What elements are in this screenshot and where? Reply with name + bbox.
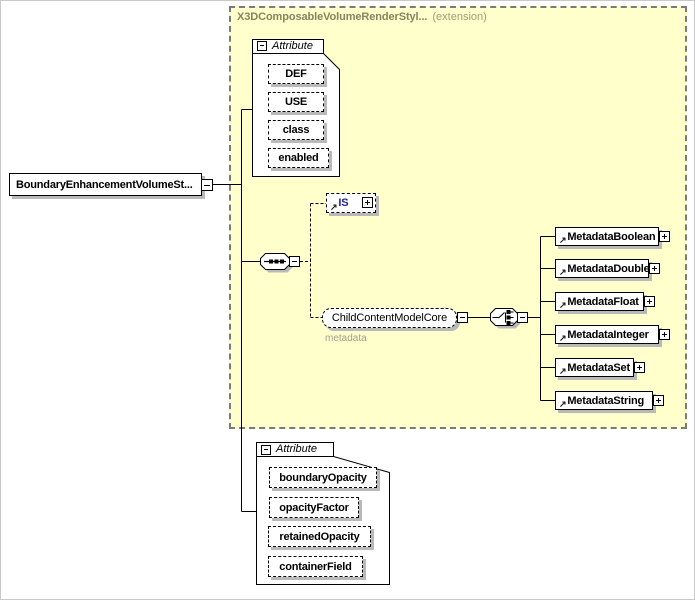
attribute-boundaryopacity-label: boundaryOpacity (279, 472, 366, 484)
attribute-group-collapse-icon[interactable] (257, 41, 267, 51)
attribute-class[interactable]: class (268, 120, 324, 140)
is-expand-icon[interactable] (362, 197, 373, 208)
root-collapse-icon[interactable] (201, 179, 213, 191)
metadatainteger-expand-icon[interactable] (659, 329, 670, 340)
element-metadatastring-label: MetadataString (567, 395, 644, 407)
metadatadouble-expand-icon[interactable] (649, 263, 660, 274)
sequence-collapse-icon[interactable] (289, 256, 300, 267)
element-metadatastring[interactable]: ↗ MetadataString (555, 391, 653, 410)
element-metadataboolean-label: MetadataBoolean (567, 231, 655, 243)
attribute-group-label: Attribute (272, 40, 313, 52)
metadatafloat-expand-icon[interactable] (644, 296, 655, 307)
attribute-opacityfactor[interactable]: opacityFactor (269, 497, 359, 518)
element-metadatadouble[interactable]: ↗ MetadataDouble (555, 259, 649, 278)
reference-arrow-icon: ↗ (559, 300, 566, 310)
attribute-retainedopacity-label: retainedOpacity (279, 531, 359, 543)
metadata-annotation: metadata (325, 333, 367, 344)
attribute-group-2-label: Attribute (276, 443, 317, 455)
childcontent-collapse-icon[interactable] (457, 312, 468, 323)
root-element-label: BoundaryEnhancementVolumeSt... (16, 179, 193, 191)
metadataset-expand-icon[interactable] (634, 362, 645, 373)
attribute-group-2-collapse-icon[interactable] (261, 445, 271, 455)
reference-arrow-icon: ↗ (559, 235, 566, 245)
element-is-label: IS (338, 197, 348, 209)
group-childcontentmodelcore-label: ChildContentModelCore (332, 312, 447, 324)
attribute-retainedopacity[interactable]: retainedOpacity (268, 526, 371, 547)
attribute-class-label: class (283, 124, 310, 136)
attribute-boundaryopacity[interactable]: boundaryOpacity (269, 467, 377, 488)
group-childcontentmodelcore[interactable]: ChildContentModelCore (322, 308, 457, 328)
element-metadataset[interactable]: ↗ MetadataSet (555, 358, 634, 377)
attribute-def[interactable]: DEF (268, 64, 324, 84)
sequence-indicator[interactable] (261, 254, 293, 273)
reference-arrow-icon: ↗ (559, 333, 566, 343)
element-metadatainteger-label: MetadataInteger (567, 329, 648, 341)
attribute-def-label: DEF (285, 68, 306, 80)
attribute-containerfield[interactable]: containerField (268, 556, 363, 577)
root-element-node[interactable]: BoundaryEnhancementVolumeSt... (9, 173, 202, 196)
element-metadatainteger[interactable]: ↗ MetadataInteger (555, 325, 659, 344)
element-metadatafloat-label: MetadataFloat (567, 296, 638, 308)
attribute-enabled[interactable]: enabled (268, 148, 329, 168)
element-is[interactable]: ↗ IS (326, 193, 376, 213)
attribute-opacityfactor-label: opacityFactor (279, 502, 349, 514)
metadatastring-expand-icon[interactable] (653, 395, 664, 406)
choice-collapse-icon[interactable] (517, 312, 528, 323)
reference-arrow-icon: ↗ (330, 202, 337, 212)
metadataboolean-expand-icon[interactable] (659, 231, 670, 242)
schema-diagram-canvas: X3DComposableVolumeRenderStyl...(extensi… (0, 0, 695, 600)
element-metadataboolean[interactable]: ↗ MetadataBoolean (555, 227, 659, 246)
choice-indicator[interactable] (491, 309, 521, 329)
element-metadatafloat[interactable]: ↗ MetadataFloat (555, 292, 644, 311)
attribute-use[interactable]: USE (268, 92, 324, 112)
attribute-containerfield-label: containerField (279, 561, 351, 573)
element-metadataset-label: MetadataSet (567, 362, 630, 374)
element-metadatadouble-label: MetadataDouble (567, 263, 649, 275)
reference-arrow-icon: ↗ (559, 399, 566, 409)
attribute-use-label: USE (285, 96, 307, 108)
attribute-enabled-label: enabled (278, 152, 318, 164)
reference-arrow-icon: ↗ (559, 267, 566, 277)
reference-arrow-icon: ↗ (559, 366, 566, 376)
